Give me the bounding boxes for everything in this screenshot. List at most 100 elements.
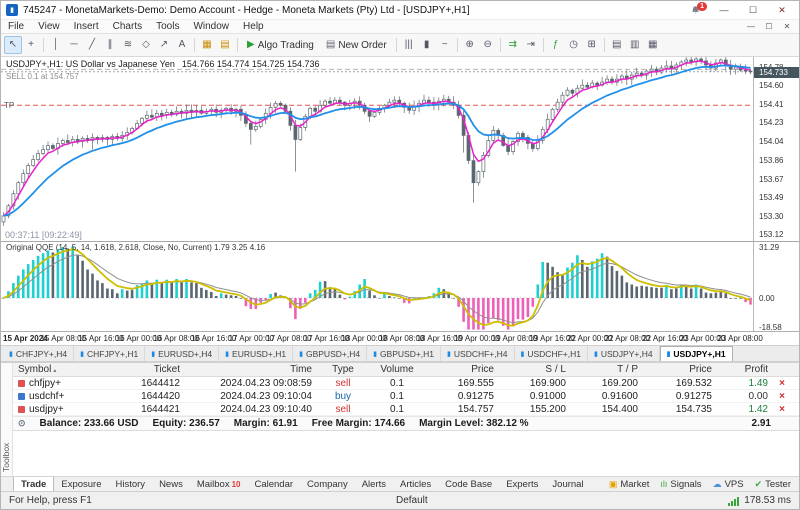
column-header-volume[interactable]: Volume	[369, 364, 425, 375]
chart-tab-chfjpy-h4[interactable]: ▮CHFJPY+,H4	[3, 346, 74, 361]
service-market[interactable]: ▣Market	[609, 479, 650, 490]
toolbox-tab-exposure[interactable]: Exposure	[54, 477, 108, 491]
toolbox-tab-articles[interactable]: Articles	[393, 477, 438, 491]
toolbox-tab-label: History	[116, 479, 146, 490]
service-signals[interactable]: ılıSignals	[660, 479, 701, 490]
toolbar-toolbox-toggle[interactable]: ▦	[644, 36, 662, 54]
indicator-svg[interactable]	[1, 242, 753, 332]
toolbar-algo-trading[interactable]: ▶Algo Trading	[241, 36, 320, 54]
candle-icon: ▮	[521, 350, 525, 358]
toolbar-auto-scroll[interactable]: ⇉	[504, 36, 522, 54]
column-header-type[interactable]: Type	[317, 364, 369, 375]
toolbar-bars-chart[interactable]: |||	[400, 36, 418, 54]
menu-file[interactable]: File	[1, 20, 31, 33]
menu-tools[interactable]: Tools	[149, 20, 186, 33]
chart-tab-usdchf-h4[interactable]: ▮USDCHF+,H4	[441, 346, 514, 361]
toolbar-arrows[interactable]: ↗	[155, 36, 173, 54]
column-header-price[interactable]: Price	[643, 364, 717, 375]
menu-help[interactable]: Help	[236, 20, 271, 33]
close-position-button[interactable]: ×	[773, 378, 791, 389]
toolbox-tab-history[interactable]: History	[109, 477, 153, 491]
toolbar-trendline[interactable]: ╱	[83, 36, 101, 54]
chart-tab-eurusd-h4[interactable]: ▮EURUSD+,H4	[145, 346, 219, 361]
toolbox-tab-news[interactable]: News	[152, 477, 190, 491]
position-profit: 0.00	[717, 391, 773, 402]
close-position-button[interactable]: ×	[773, 391, 791, 402]
toolbox-tab-company[interactable]: Company	[300, 477, 355, 491]
toolbar-line-chart[interactable]: ~	[436, 36, 454, 54]
column-header-ticket[interactable]: Ticket	[113, 364, 185, 375]
toolbar-new-order[interactable]: ▤New Order	[320, 36, 393, 54]
chart-tab-eurusd-h1[interactable]: ▮EURUSD+,H1	[219, 346, 293, 361]
chart-tab-label: USDJPY+,H4	[601, 349, 653, 359]
minimize-button[interactable]: —	[712, 3, 736, 18]
column-header-tp[interactable]: T / P	[571, 364, 643, 375]
chart-tab-usdjpy-h4[interactable]: ▮USDJPY+,H4	[588, 346, 660, 361]
chart-tab-gbpusd-h4[interactable]: ▮GBPUSD+,H4	[293, 346, 367, 361]
toolbar-zoom-out[interactable]: ⊖	[479, 36, 497, 54]
toolbox-tab-alerts[interactable]: Alerts	[355, 477, 393, 491]
toolbar-timeframes[interactable]: ◷	[565, 36, 583, 54]
maximize-button[interactable]: ☐	[741, 3, 765, 18]
toolbox-tab-experts[interactable]: Experts	[499, 477, 545, 491]
toolbar-strategy-tester[interactable]: ▥	[626, 36, 644, 54]
toolbar-chart-shift[interactable]: ⇥	[522, 36, 540, 54]
price-scale[interactable]: 154.733 154.78154.60154.41154.23154.0415…	[753, 57, 799, 241]
toolbar-shapes[interactable]: ◇	[137, 36, 155, 54]
column-header-time[interactable]: Time	[185, 364, 317, 375]
toolbox-tab-calendar[interactable]: Calendar	[247, 477, 300, 491]
toolbar-vertical-line[interactable]: │	[47, 36, 65, 54]
close-position-button[interactable]: ×	[773, 404, 791, 415]
latency-indicator[interactable]: 178.53 ms	[744, 495, 791, 506]
service-vps[interactable]: ☁VPS	[713, 479, 744, 490]
time-axis[interactable]: 15 Apr 202415 Apr 08:0015 Apr 16:0016 Ap…	[1, 331, 799, 345]
toolbar-horizontal-line[interactable]: ─	[65, 36, 83, 54]
toolbar-data-window[interactable]: ▤	[608, 36, 626, 54]
close-button[interactable]: ✕	[770, 3, 794, 18]
toolbar-new-chart[interactable]: ▦	[198, 36, 216, 54]
candle-icon: ▮	[594, 350, 598, 358]
notifications-button[interactable]: 1	[690, 5, 707, 16]
chart-restore-button[interactable]: ☐	[762, 22, 776, 31]
toolbar-crosshair[interactable]: +	[22, 36, 40, 54]
column-header-sl[interactable]: S / L	[499, 364, 571, 375]
toolbar-text[interactable]: A	[173, 36, 191, 54]
column-header-symbol[interactable]: Symbol▴	[13, 364, 113, 375]
chart-tab-usdchf-h1[interactable]: ▮USDCHF+,H1	[515, 346, 588, 361]
column-header-profit[interactable]: Profit	[717, 364, 773, 375]
toolbox-content: Symbol▴TicketTimeTypeVolumePriceS / LT /…	[13, 363, 799, 476]
chart-tab-usdjpy-h1[interactable]: ▮USDJPY+,H1	[660, 346, 733, 361]
toolbar-zoom-in[interactable]: ⊕	[461, 36, 479, 54]
algo-trading-icon: ▶	[247, 40, 255, 50]
toolbar-tile-windows[interactable]: ⊞	[583, 36, 601, 54]
toolbar-equidistant-channel[interactable]: ∥	[101, 36, 119, 54]
toolbox-tab-mailbox[interactable]: Mailbox10	[190, 477, 248, 491]
chart-close-button[interactable]: ✕	[780, 22, 794, 31]
indicator-scale[interactable]: 31.290.00-18.58	[753, 242, 799, 331]
service-tester[interactable]: ✔Tester	[755, 479, 791, 490]
column-header-price[interactable]: Price	[425, 364, 499, 375]
toolbox-tab-bar: TradeExposure History NewsMailbox10Calenda…	[1, 476, 799, 491]
toolbar-cursor[interactable]: ↖	[4, 36, 22, 54]
toolbar-chart-profiles[interactable]: ▤	[216, 36, 234, 54]
toolbox-tab-journal[interactable]: Journal	[545, 477, 590, 491]
menu-charts[interactable]: Charts	[106, 20, 149, 33]
toolbar-indicators[interactable]: ƒ	[547, 36, 565, 54]
toolbox-caption: Toolbox	[1, 443, 11, 472]
toolbar-fibonacci-retracement[interactable]: ≋	[119, 36, 137, 54]
chart-minimize-button[interactable]: —	[744, 22, 758, 31]
chart-tab-chfjpy-h1[interactable]: ▮CHFJPY+,H1	[74, 346, 145, 361]
toolbox-caption-strip[interactable]: Toolbox	[1, 363, 13, 476]
main-chart-svg[interactable]	[1, 57, 753, 241]
chart-tab-gbpusd-h1[interactable]: ▮GBPUSD+,H1	[367, 346, 441, 361]
menu-view[interactable]: View	[31, 20, 67, 33]
position-tp: 169.200	[571, 378, 643, 389]
menu-window[interactable]: Window	[186, 20, 236, 33]
toolbox-empty-space	[13, 431, 799, 476]
profile-selector[interactable]: Default	[396, 495, 428, 506]
toolbox-tab-trade[interactable]: Trade	[13, 477, 54, 491]
toolbox-tab-code-base[interactable]: Code Base	[438, 477, 499, 491]
toolbar-separator	[500, 38, 501, 52]
menu-insert[interactable]: Insert	[67, 20, 106, 33]
toolbar-candles-chart[interactable]: ▮	[418, 36, 436, 54]
